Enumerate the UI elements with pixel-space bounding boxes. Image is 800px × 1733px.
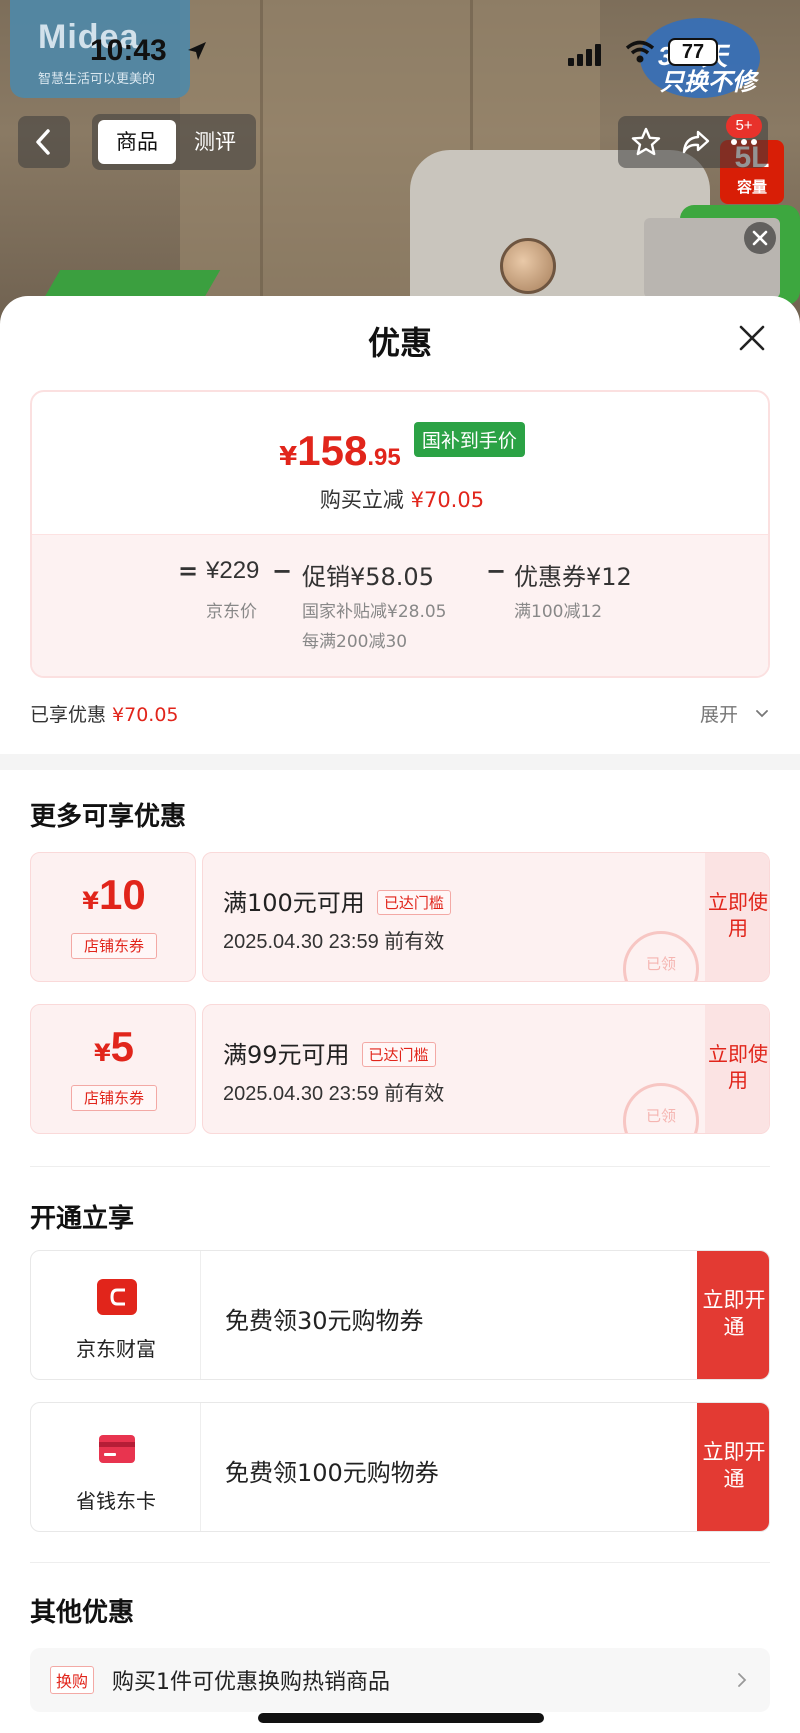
chevron-right-icon	[738, 1673, 747, 1687]
price-decimal: .95	[367, 443, 401, 471]
chevron-down-icon[interactable]	[754, 706, 770, 722]
coupon-condition-text: 满100元可用	[223, 889, 365, 917]
open-now-button[interactable]: 立即开通	[697, 1403, 769, 1531]
claimed-stamp: 已领	[623, 931, 699, 981]
top-tabs: 商品 测评	[92, 114, 256, 170]
cellular-signal-icon	[568, 44, 601, 66]
coupon-expiry: 2025.04.30 23:59 前有效	[223, 1083, 445, 1105]
enjoyed-discount-label: 已享优惠	[30, 704, 107, 726]
back-button[interactable]	[18, 116, 70, 168]
chevron-left-icon	[36, 129, 50, 155]
price-integer: 158	[297, 426, 368, 474]
price-breakdown-card: ¥158.95 国补到手价 购买立减 ¥70.05 = ¥229 京东价 − 促…	[30, 390, 770, 678]
coupon-currency: ¥	[93, 1039, 111, 1067]
price-calculation: = ¥229 京东价 − 促销¥58.05 国家补贴减¥28.05 每满200减…	[32, 534, 768, 676]
promo-detail-subsidy: 国家补贴减¥28.05	[302, 602, 447, 622]
capacity-label: 容量	[736, 178, 767, 196]
wifi-icon	[625, 40, 655, 63]
background-cabinet-seam	[260, 0, 263, 330]
status-time: 10:43	[90, 34, 167, 67]
purchase-discount-line: 购买立减 ¥70.05	[32, 484, 768, 514]
base-price-label: 京东价	[206, 602, 257, 622]
coupon-type: 店铺东券	[71, 1085, 157, 1111]
battery-indicator: 77	[668, 38, 718, 66]
service-logo-panel: 省钱东卡	[31, 1403, 201, 1531]
coupon-type: 店铺东券	[71, 933, 157, 959]
coupon-detail-panel: 满100元可用 已达门槛 2025.04.30 23:59 前有效 已领 立即使用	[202, 852, 770, 982]
section-divider	[0, 754, 800, 770]
tab-product[interactable]: 商品	[98, 120, 176, 164]
trade-in-text: 购买1件可优惠换购热销商品	[112, 1670, 390, 1695]
purchase-discount-label: 购买立减	[319, 488, 404, 512]
card-icon	[99, 1435, 135, 1463]
coupon-condition: 满99元可用 已达门槛	[223, 1035, 436, 1070]
enjoyed-discount-value: ¥70.05	[112, 704, 179, 726]
discount-sheet: 优惠 ¥158.95 国补到手价 购买立减 ¥70.05 = ¥229 京东价 …	[0, 296, 800, 1733]
promo-badge: 365天 只换不修	[640, 18, 760, 114]
expand-button[interactable]: 展开	[700, 700, 738, 727]
coupon-card: ¥5 店铺东券 满99元可用 已达门槛 2025.04.30 23:59 前有效 …	[30, 1004, 770, 1134]
coupon-detail: 满100减12	[514, 602, 603, 622]
coupon-amount: ¥10	[31, 871, 197, 919]
coupon-detail-panel: 满99元可用 已达门槛 2025.04.30 23:59 前有效 已领 立即使用	[202, 1004, 770, 1134]
claimed-stamp: 已领	[623, 1083, 699, 1133]
coupon-amount: ¥5	[31, 1023, 197, 1071]
final-price: ¥158.95 国补到手价	[32, 422, 768, 475]
threshold-reached-badge: 已达门槛	[376, 890, 451, 915]
promo-badge-line2: 只换不修	[660, 68, 756, 96]
coupon-card: ¥10 店铺东券 满100元可用 已达门槛 2025.04.30 23:59 前有…	[30, 852, 770, 982]
subsidy-price-tag: 国补到手价	[413, 422, 525, 457]
promo-detail-threshold: 每满200减30	[302, 632, 408, 652]
service-logo-panel: 京东财富	[31, 1251, 201, 1379]
other-discounts-title: 其他优惠	[30, 1598, 135, 1628]
product-knob	[500, 238, 556, 294]
threshold-reached-badge: 已达门槛	[361, 1042, 436, 1067]
use-now-button[interactable]: 立即使用	[705, 853, 769, 981]
coupon-value: 5	[110, 1023, 135, 1070]
more-discounts-title: 更多可享优惠	[30, 802, 187, 832]
promo-discount: 促销¥58.05	[302, 563, 434, 591]
coupon-value: 10	[98, 871, 146, 918]
price-currency: ¥	[279, 441, 298, 472]
coupon-discount: 优惠券¥12	[514, 563, 632, 591]
share-icon[interactable]	[680, 126, 712, 158]
sheet-title: 优惠	[367, 324, 432, 362]
tab-review[interactable]: 测评	[180, 120, 250, 164]
divider	[30, 1562, 770, 1563]
minus-sign: −	[272, 557, 293, 585]
wallet-icon	[97, 1279, 137, 1315]
divider	[30, 1166, 770, 1167]
base-price: ¥229	[206, 557, 260, 584]
enjoyed-discount: 已享优惠 ¥70.05	[30, 700, 179, 727]
message-count-badge: 5+	[726, 114, 762, 138]
coupon-condition-text: 满99元可用	[223, 1041, 350, 1069]
coupon-expiry: 2025.04.30 23:59 前有效	[223, 931, 445, 953]
open-benefits-title: 开通立享	[30, 1204, 135, 1234]
service-name: 省钱东卡	[76, 1489, 156, 1513]
star-icon[interactable]	[630, 126, 662, 158]
close-icon[interactable]	[736, 322, 768, 354]
trade-in-tag: 换购	[50, 1666, 95, 1694]
coupon-currency: ¥	[82, 887, 99, 915]
use-now-button[interactable]: 立即使用	[705, 1005, 769, 1133]
equals-sign: =	[178, 557, 199, 585]
brand-slogan: 智慧生活可以更美的	[38, 72, 156, 87]
offer-text: 免费领30元购物券	[225, 1307, 424, 1335]
close-icon[interactable]	[744, 222, 776, 254]
jd-finance-card: 京东财富 免费领30元购物券 立即开通	[30, 1250, 770, 1380]
minus-sign: −	[486, 557, 507, 585]
coupon-amount-panel: ¥5 店铺东券	[30, 1004, 196, 1134]
home-indicator	[258, 1713, 544, 1723]
trade-in-offer-row[interactable]: 换购 购买1件可优惠换购热销商品	[30, 1648, 770, 1712]
offer-text: 免费领100元购物券	[225, 1459, 439, 1487]
saving-card: 省钱东卡 免费领100元购物券 立即开通	[30, 1402, 770, 1532]
location-arrow-icon	[188, 42, 206, 60]
coupon-condition: 满100元可用 已达门槛	[223, 883, 451, 918]
service-name: 京东财富	[76, 1337, 156, 1361]
coupon-amount-panel: ¥10 店铺东券	[30, 852, 196, 982]
open-now-button[interactable]: 立即开通	[697, 1251, 769, 1379]
purchase-discount-value: ¥70.05	[410, 488, 485, 512]
